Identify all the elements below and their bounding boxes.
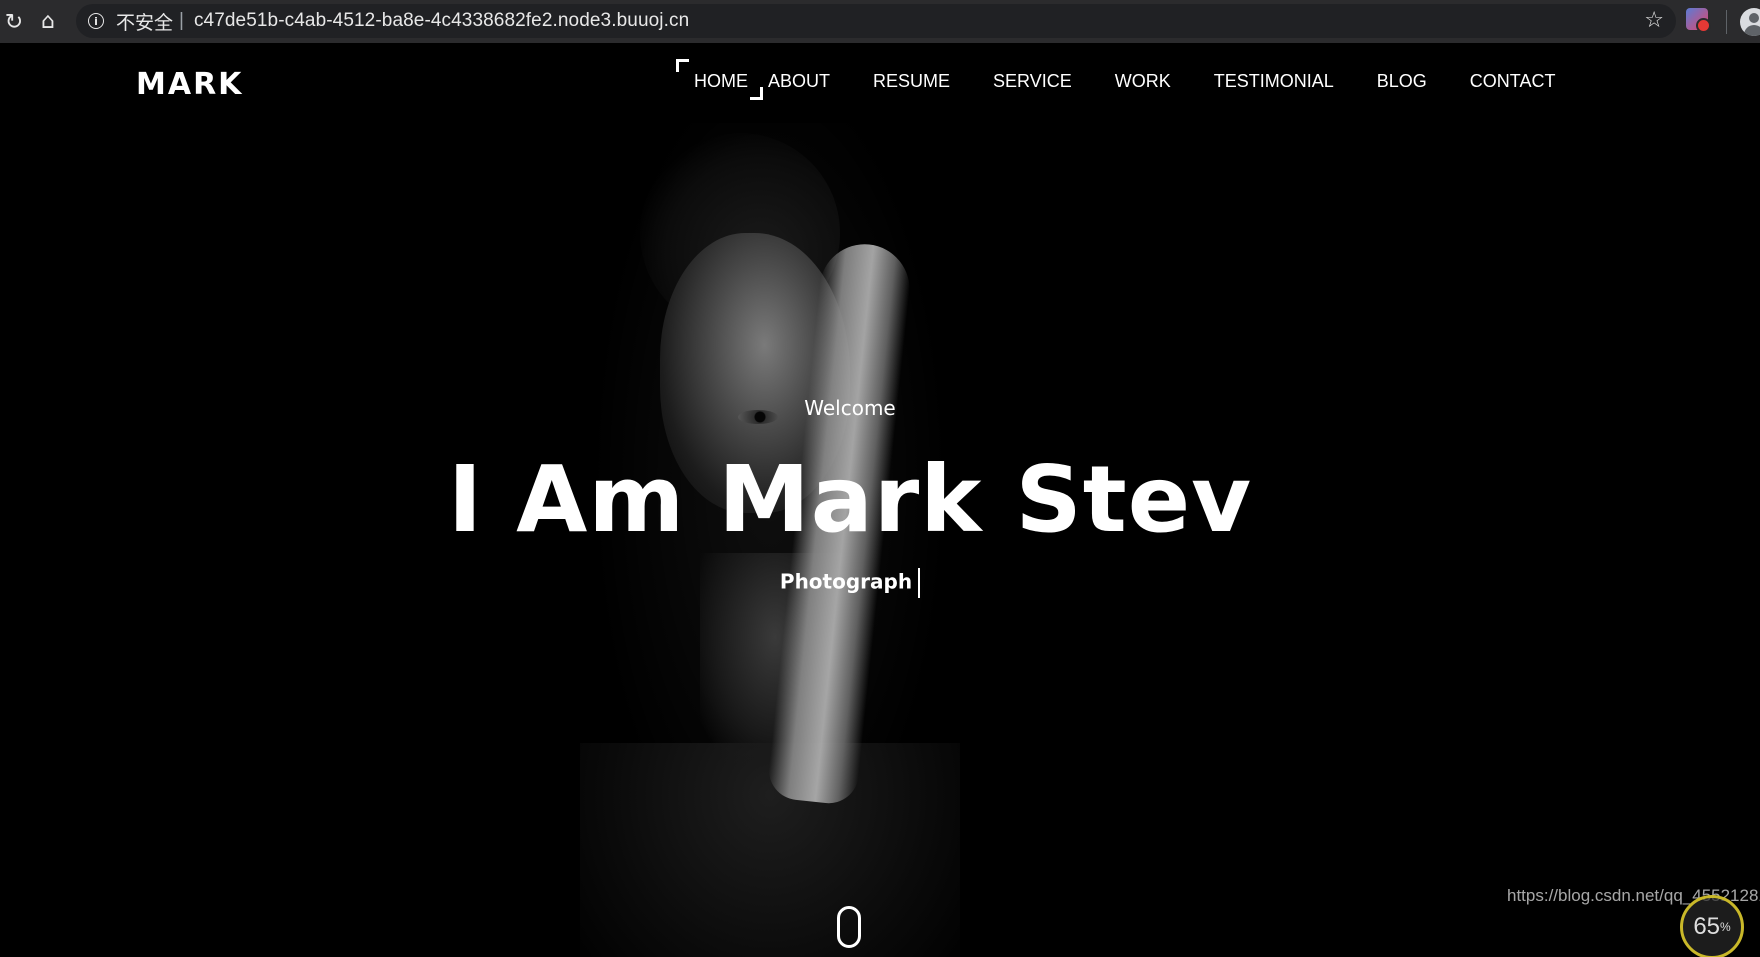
hero-role-text: Photograph [779,569,913,594]
profile-avatar-icon[interactable] [1740,8,1760,36]
site-logo[interactable]: MARK [136,67,243,102]
security-label: 不安全 [116,12,174,34]
nav-contact[interactable]: CONTACT [1470,71,1556,92]
nav-about[interactable]: ABOUT [768,71,830,92]
url-text[interactable]: c47de51b-c4ab-4512-ba8e-4c4338682fe2.nod… [194,10,689,32]
address-bar[interactable]: i 不安全 | c47de51b-c4ab-4512-ba8e-4c433868… [76,4,1676,38]
nav-resume[interactable]: RESUME [873,71,950,92]
typing-cursor [918,568,921,598]
hero-role: Photograph [0,568,1700,598]
extension-icon[interactable] [1686,8,1711,33]
browser-toolbar: ↻ ⌂ i 不安全 | c47de51b-c4ab-4512-ba8e-4c43… [0,0,1760,43]
main-nav: HOME ABOUT RESUME SERVICE WORK TESTIMONI… [676,59,1598,100]
nav-work[interactable]: WORK [1115,71,1171,92]
toolbar-divider [1726,10,1727,34]
nav-service[interactable]: SERVICE [993,71,1072,92]
address-separator: | [179,10,184,31]
zoom-unit: % [1720,920,1731,934]
nav-testimonial[interactable]: TESTIMONIAL [1214,71,1334,92]
info-icon[interactable]: i [88,13,104,29]
zoom-badge: 65% [1680,895,1744,957]
zoom-value: 65 [1693,913,1721,940]
hero-welcome: Welcome [804,396,896,420]
nav-blog[interactable]: BLOG [1377,71,1427,92]
webpage: MARK HOME ABOUT RESUME SERVICE WORK TEST… [0,43,1760,957]
reload-icon[interactable]: ↻ [0,4,32,40]
scroll-down-icon[interactable] [837,906,861,948]
nav-home[interactable]: HOME [676,59,763,100]
hero-headline: I Am Mark Stev [447,446,1253,553]
star-icon[interactable]: ☆ [1644,8,1664,33]
home-icon[interactable]: ⌂ [30,3,66,39]
